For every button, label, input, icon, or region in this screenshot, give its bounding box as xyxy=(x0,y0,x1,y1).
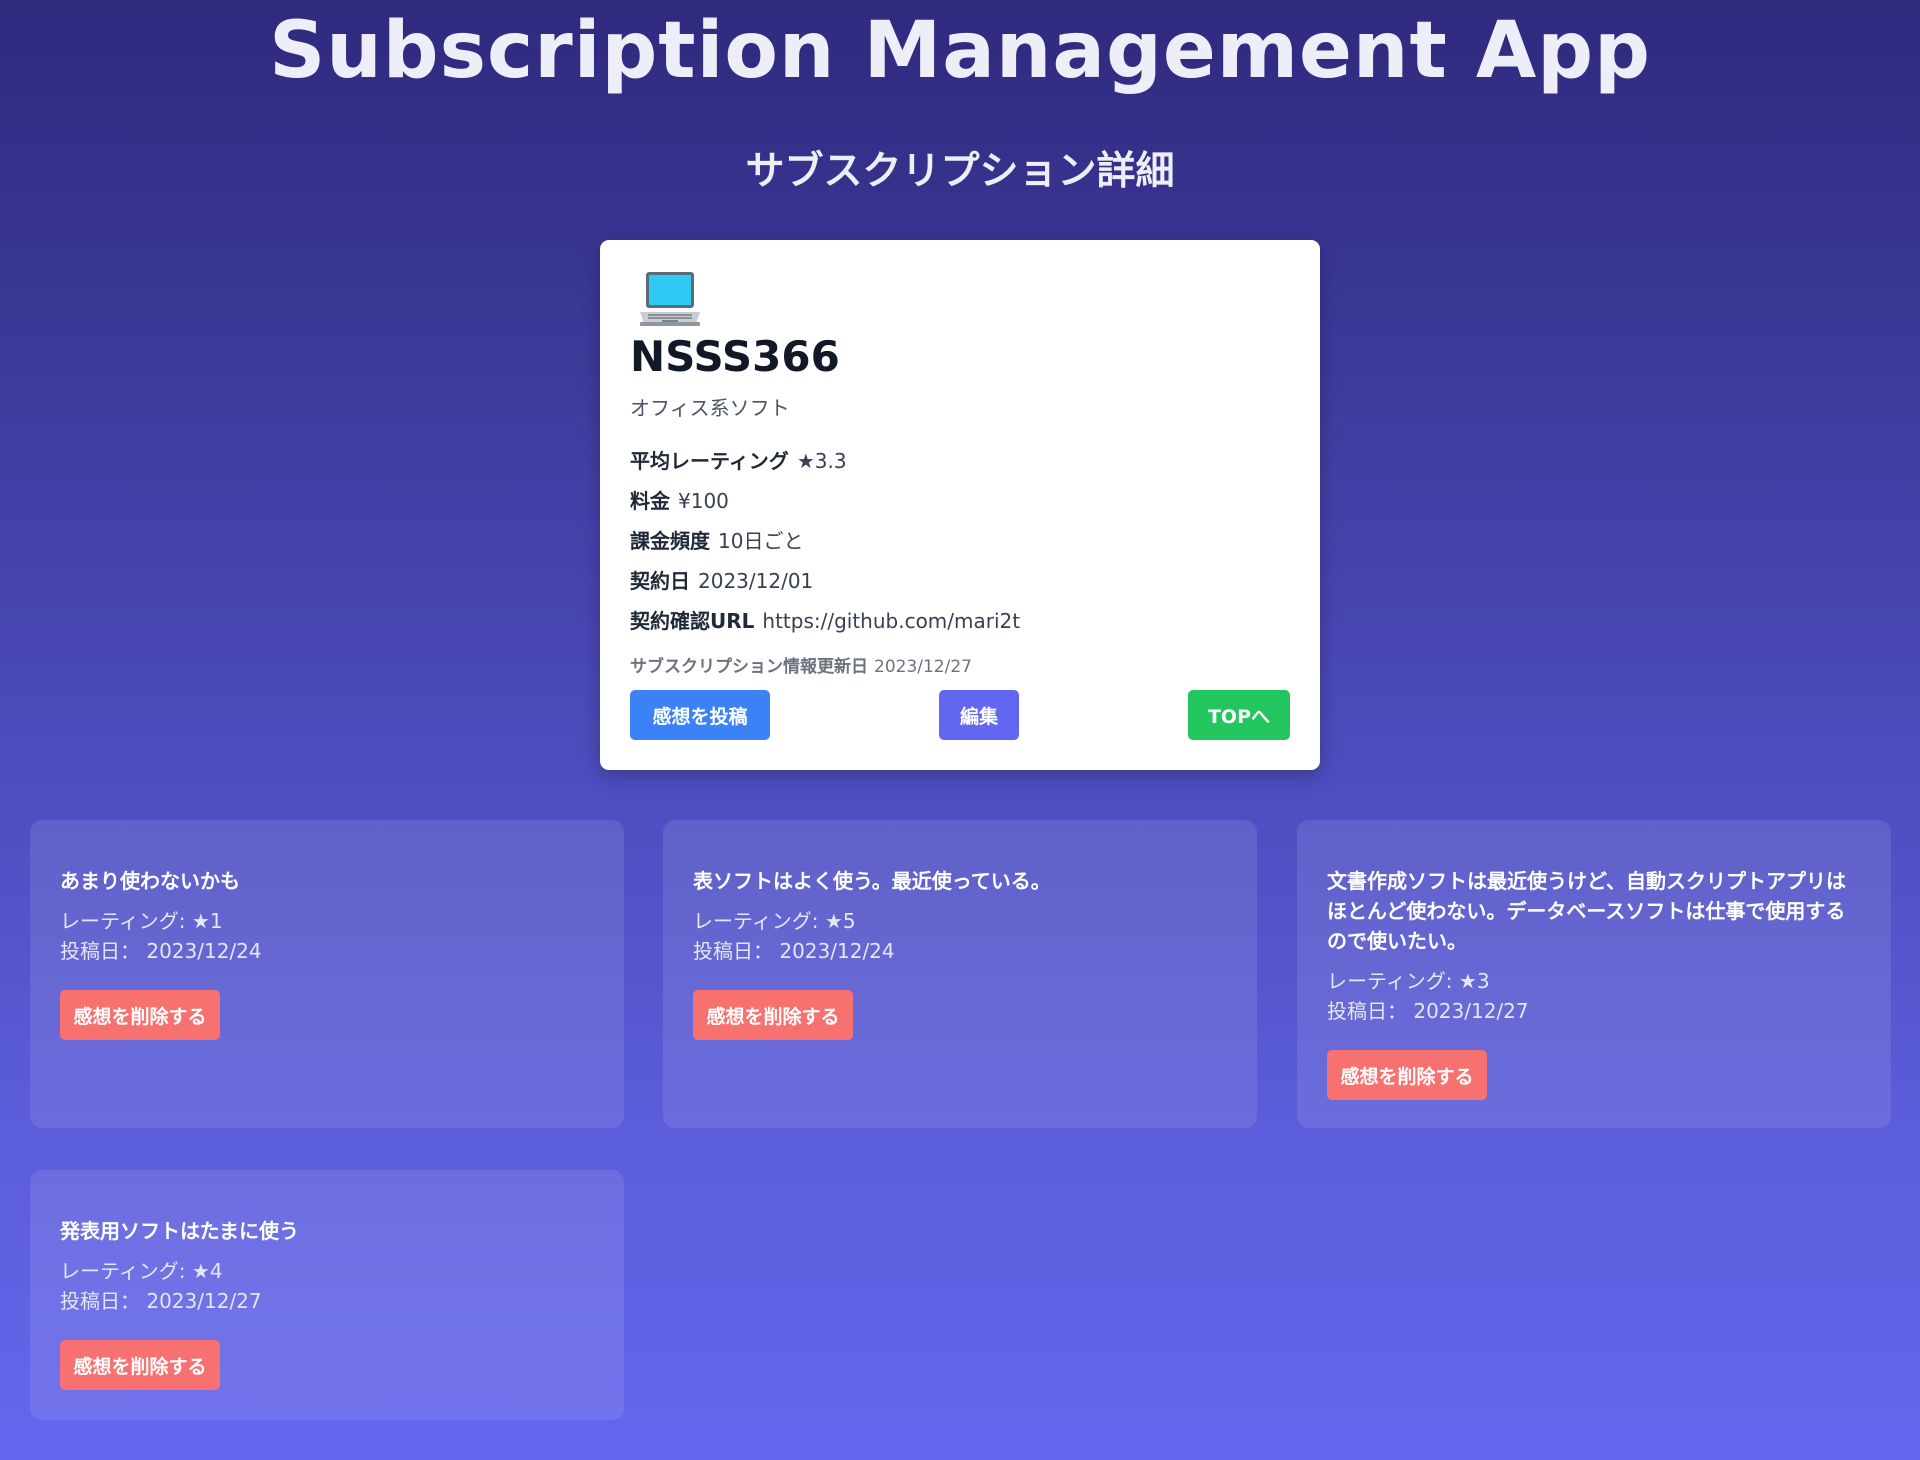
average-rating-value: ★3.3 xyxy=(796,449,847,473)
review-card: 発表用ソフトはたまに使う レーティング: ★4 投稿日： 2023/12/27 … xyxy=(30,1170,624,1420)
contract-date-label: 契約日 xyxy=(630,569,690,593)
price-row: 料金 ¥100 xyxy=(630,485,729,514)
updated-date-label: サブスクリプション情報更新日 xyxy=(630,657,868,677)
billing-frequency-value: 10日ごと xyxy=(718,529,804,553)
contract-url-label: 契約確認URL xyxy=(630,609,755,633)
billing-frequency-row: 課金頻度 10日ごと xyxy=(630,525,803,554)
review-date: 投稿日： 2023/12/24 xyxy=(60,939,262,963)
delete-review-button[interactable]: 感想を削除する xyxy=(60,1340,220,1390)
contract-url-row: 契約確認URL https://github.com/mari2t xyxy=(630,605,1020,634)
page-subtitle: サブスクリプション詳細 xyxy=(745,149,1175,194)
price-label: 料金 xyxy=(630,489,670,513)
contract-date-row: 契約日 2023/12/01 xyxy=(630,565,813,594)
review-date: 投稿日： 2023/12/27 xyxy=(1327,999,1529,1023)
subscription-category: オフィス系ソフト xyxy=(630,396,790,420)
edit-button[interactable]: 編集 xyxy=(939,690,1019,740)
average-rating-label: 平均レーティング xyxy=(630,449,789,473)
review-date: 投稿日： 2023/12/24 xyxy=(693,939,895,963)
contract-url-value: https://github.com/mari2t xyxy=(762,609,1021,633)
review-text: あまり使わないかも xyxy=(60,869,240,893)
review-card: 表ソフトはよく使う。最近使っている。 レーティング: ★5 投稿日： 2023/… xyxy=(663,820,1257,1128)
updated-date-row: サブスクリプション情報更新日 2023/12/27 xyxy=(630,652,972,677)
price-value: ¥100 xyxy=(678,489,729,513)
billing-frequency-label: 課金頻度 xyxy=(630,529,710,553)
review-card: 文書作成ソフトは最近使うけど、自動スクリプトアプリはほとんど使わない。データベー… xyxy=(1297,820,1891,1128)
delete-review-button[interactable]: 感想を削除する xyxy=(60,990,220,1040)
post-review-button[interactable]: 感想を投稿 xyxy=(630,690,770,740)
top-button[interactable]: TOPへ xyxy=(1188,690,1290,740)
review-rating: レーティング: ★1 xyxy=(60,909,223,933)
subscription-detail-card: NSSS366 オフィス系ソフト 平均レーティング ★3.3 料金 ¥100 課金頻… xyxy=(600,240,1320,770)
delete-review-button[interactable]: 感想を削除する xyxy=(1327,1050,1487,1100)
average-rating-row: 平均レーティング ★3.3 xyxy=(630,445,847,474)
review-text: 文書作成ソフトは最近使うけど、自動スクリプトアプリはほとんど使わない。データベー… xyxy=(1327,869,1846,953)
review-card: あまり使わないかも レーティング: ★1 投稿日： 2023/12/24 感想を… xyxy=(30,820,624,1128)
review-text: 表ソフトはよく使う。最近使っている。 xyxy=(693,869,1051,893)
subscription-name: NSSS366 xyxy=(630,332,840,381)
delete-review-button[interactable]: 感想を削除する xyxy=(693,990,853,1040)
updated-date-value: 2023/12/27 xyxy=(874,657,972,677)
review-rating: レーティング: ★3 xyxy=(1327,969,1490,993)
laptop-icon xyxy=(640,272,700,326)
review-text: 発表用ソフトはたまに使う xyxy=(60,1219,299,1243)
contract-date-value: 2023/12/01 xyxy=(698,569,814,593)
review-rating: レーティング: ★5 xyxy=(693,909,856,933)
review-date: 投稿日： 2023/12/27 xyxy=(60,1289,262,1313)
review-rating: レーティング: ★4 xyxy=(60,1259,223,1283)
app-title: Subscription Management App xyxy=(269,6,1651,96)
